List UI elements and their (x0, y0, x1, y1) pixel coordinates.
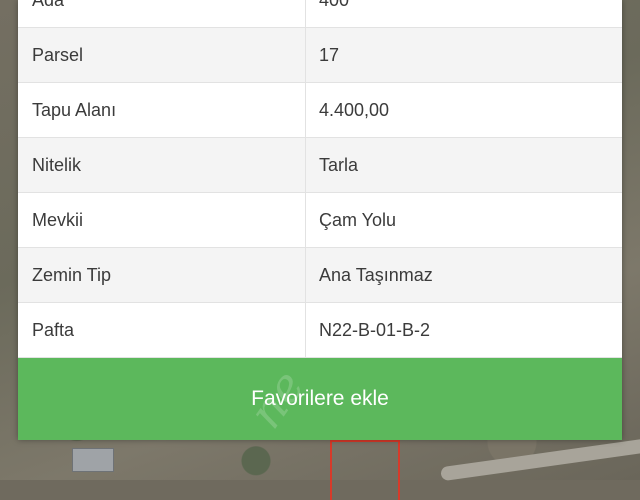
column-divider (305, 193, 306, 247)
row-value: 400 (319, 0, 350, 10)
row-label: Nitelik (32, 155, 82, 175)
row-label: Zemin Tip (32, 265, 112, 285)
row-value: 4.400,00 (319, 100, 390, 120)
row-label: Tapu Alanı (32, 100, 117, 120)
parcel-info-card: Ada 400 Parsel 17 Tapu Alanı 4.400,00 Ni… (18, 0, 622, 440)
row-label: Mevkii (32, 210, 84, 230)
table-row-nitelik: Nitelik Tarla (18, 138, 622, 193)
row-value: 17 (319, 45, 340, 65)
map-building (72, 448, 114, 472)
add-to-favorites-button[interactable]: Favorilere ekle (18, 358, 622, 440)
row-value: N22-B-01-B-2 (319, 320, 431, 340)
table-row-parsel: Parsel 17 (18, 28, 622, 83)
row-value: Tarla (319, 155, 359, 175)
table-row-pafta: Pafta N22-B-01-B-2 (18, 303, 622, 358)
column-divider (305, 28, 306, 82)
column-divider (305, 83, 306, 137)
row-label: Ada (32, 0, 65, 10)
table-row-mevkii: Mevkii Çam Yolu (18, 193, 622, 248)
row-value: Ana Taşınmaz (319, 265, 433, 285)
table-row-tapu-alani: Tapu Alanı 4.400,00 (18, 83, 622, 138)
column-divider (305, 303, 306, 357)
parcel-boundary-outline (330, 440, 400, 500)
table-row-zemin-tip: Zemin Tip Ana Taşınmaz (18, 248, 622, 303)
row-label: Parsel (32, 45, 84, 65)
row-label: Pafta (32, 320, 75, 340)
column-divider (305, 138, 306, 192)
row-value: Çam Yolu (319, 210, 397, 230)
column-divider (305, 0, 306, 27)
table-row-ada: Ada 400 (18, 0, 622, 28)
column-divider (305, 248, 306, 302)
